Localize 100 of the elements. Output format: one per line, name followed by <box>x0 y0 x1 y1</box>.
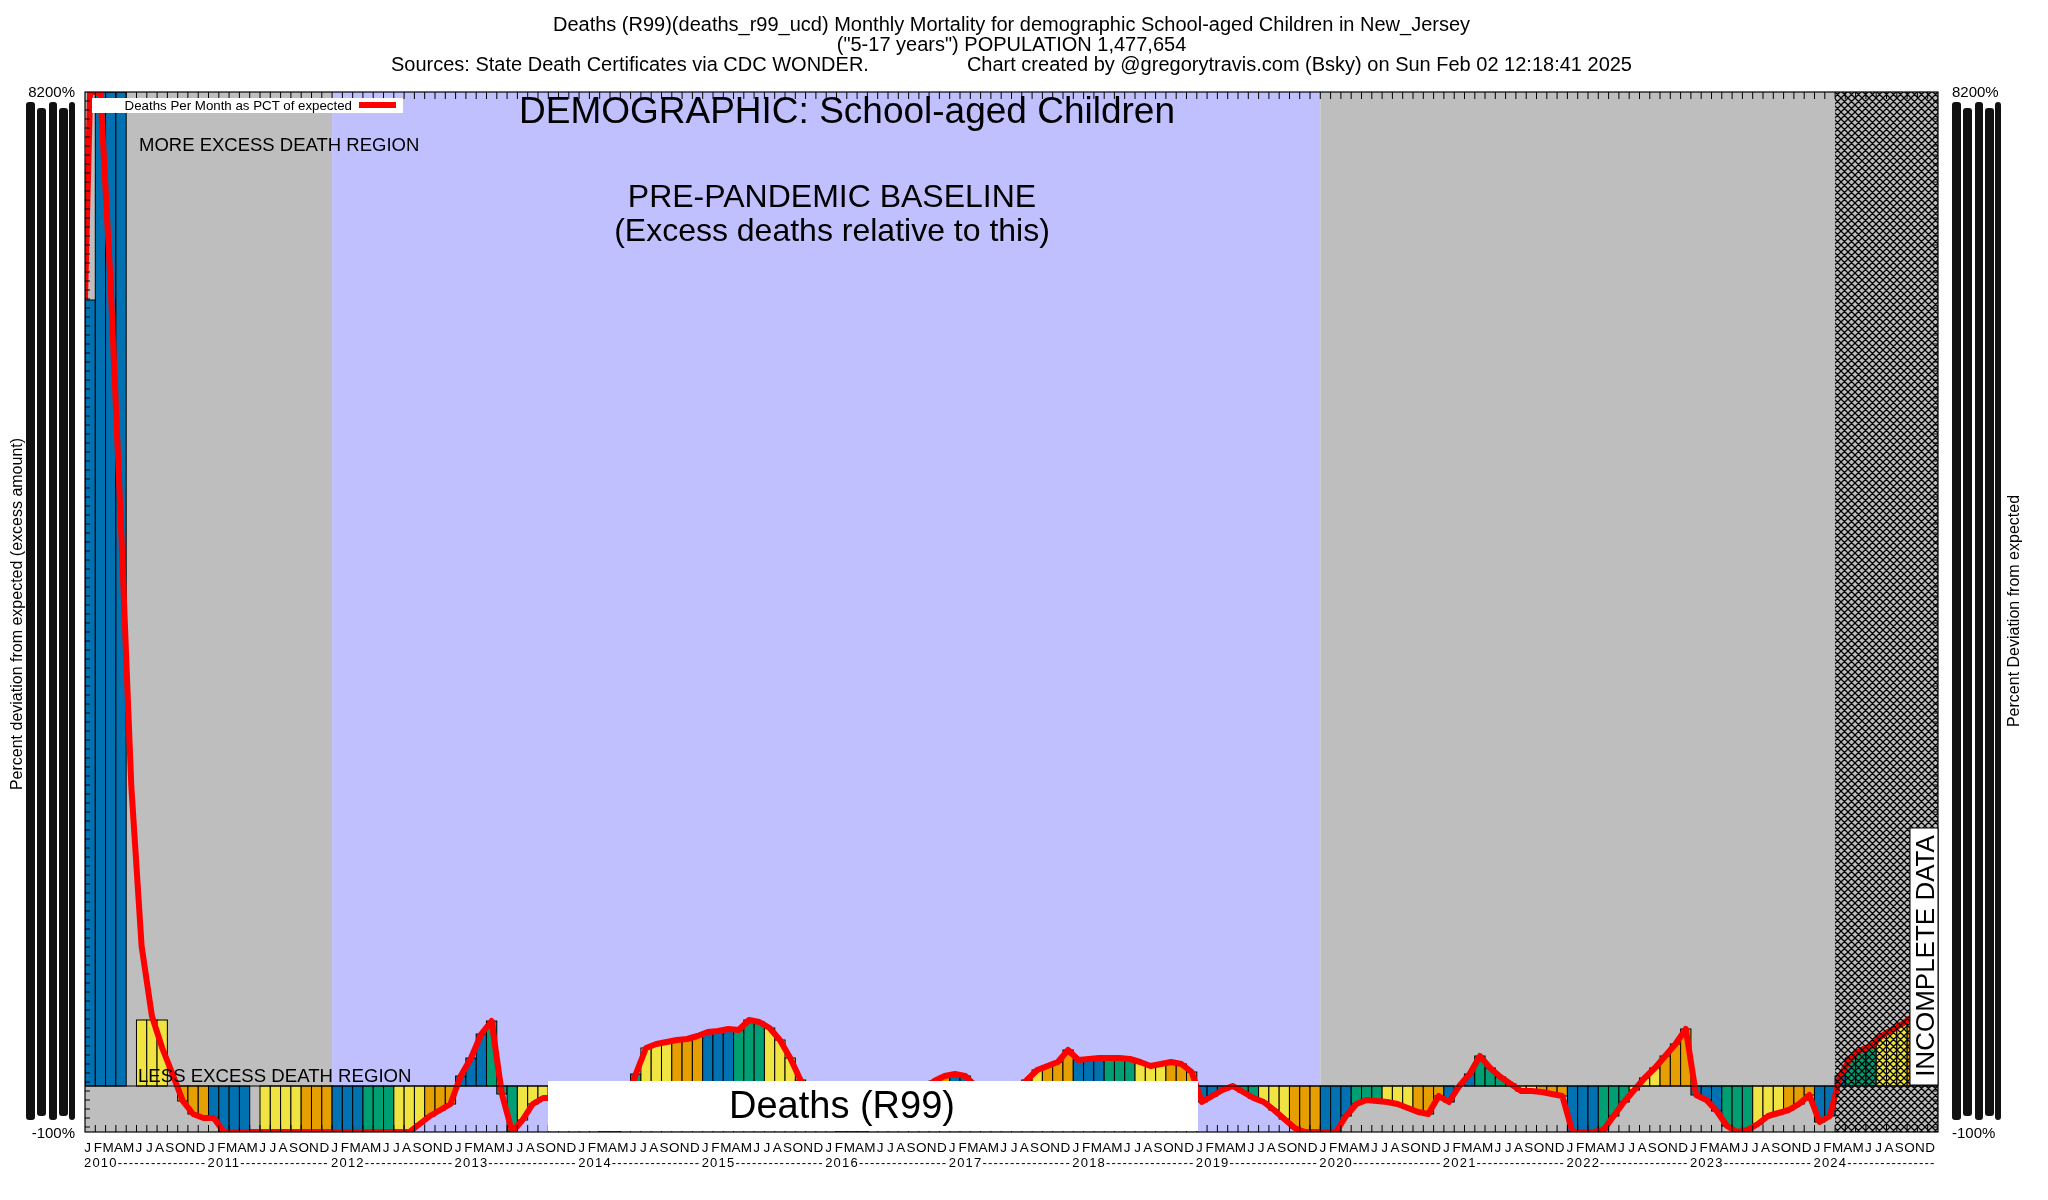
month-label: A <box>772 1140 782 1155</box>
month-label: J <box>382 1140 390 1155</box>
month-label: O <box>1657 1140 1668 1155</box>
month-label: O <box>545 1140 556 1155</box>
month-label: M <box>102 1140 114 1155</box>
month-label: N <box>556 1140 566 1155</box>
month-label: J <box>1195 1140 1203 1155</box>
month-label: A <box>1472 1140 1482 1155</box>
month-label: J <box>763 1140 771 1155</box>
month-label: J <box>392 1140 400 1155</box>
month-label: M <box>617 1140 629 1155</box>
month-label: F <box>587 1140 597 1155</box>
month-label: S <box>1400 1140 1410 1155</box>
month-label: J <box>1247 1140 1255 1155</box>
month-label: S <box>1524 1140 1534 1155</box>
year-label: 2010---------------- <box>84 1155 207 1170</box>
month-label: F <box>1576 1140 1585 1155</box>
month-label: F <box>1823 1140 1832 1155</box>
month-label: J <box>1690 1140 1697 1155</box>
month-label: J <box>1134 1140 1141 1155</box>
month-label: J <box>640 1140 647 1155</box>
month-label: M <box>1090 1140 1102 1155</box>
month-label: A <box>608 1140 617 1155</box>
month-label: A <box>360 1140 370 1155</box>
month-label: A <box>1349 1140 1359 1155</box>
y-tick-label: 8200% <box>28 83 75 100</box>
month-label: J <box>887 1140 894 1155</box>
month-label: J <box>269 1140 277 1155</box>
month-label: N <box>926 1140 937 1155</box>
year-label: 2015---------------- <box>701 1155 824 1170</box>
month-label: A <box>1884 1140 1894 1155</box>
month-label: M <box>473 1140 485 1155</box>
month-label: J <box>1618 1140 1625 1155</box>
month-label: S <box>1153 1140 1163 1155</box>
month-label: F <box>1329 1140 1338 1155</box>
month-label: D <box>195 1140 206 1155</box>
month-label: J <box>578 1140 585 1155</box>
month-label: S <box>165 1140 175 1155</box>
month-label: J <box>84 1140 91 1155</box>
month-label: S <box>1647 1140 1657 1155</box>
year-label: 2012---------------- <box>331 1155 454 1170</box>
month-label: O <box>1780 1140 1792 1155</box>
year-label: 2022---------------- <box>1566 1155 1689 1170</box>
month-label: M <box>987 1140 1000 1155</box>
month-label: M <box>370 1140 382 1155</box>
month-label: J <box>1381 1140 1388 1155</box>
month-label: J <box>1010 1140 1018 1155</box>
region-label: MORE EXCESS DEATH REGION <box>139 134 420 155</box>
month-label: J <box>516 1140 524 1155</box>
month-label: F <box>1452 1140 1461 1155</box>
month-label: O <box>174 1140 186 1155</box>
incomplete-data-label: INCOMPLETE DATA <box>1909 827 1940 1086</box>
month-label: M <box>864 1140 876 1155</box>
month-label: A <box>1596 1140 1606 1155</box>
month-label: O <box>669 1140 680 1155</box>
month-label: F <box>217 1140 226 1155</box>
month-label: A <box>1143 1140 1153 1155</box>
month-label: D <box>442 1140 453 1155</box>
month-label: N <box>1544 1140 1555 1155</box>
month-label: J <box>454 1140 462 1155</box>
month-label: A <box>1390 1140 1400 1155</box>
year-label: 2023---------------- <box>1689 1155 1813 1170</box>
month-label: A <box>113 1140 123 1155</box>
month-label: S <box>1277 1140 1287 1155</box>
month-label: F <box>464 1140 473 1155</box>
month-label: J <box>1875 1140 1883 1155</box>
month-label: F <box>834 1140 844 1155</box>
month-label: O <box>1039 1140 1051 1155</box>
month-label: A <box>1637 1140 1647 1155</box>
month-label: M <box>1481 1140 1494 1155</box>
month-label: N <box>1297 1140 1308 1155</box>
month-label: N <box>679 1140 690 1155</box>
month-label: M <box>1708 1140 1720 1155</box>
month-label: O <box>1904 1140 1915 1155</box>
month-label: O <box>916 1140 927 1155</box>
month-label: J <box>629 1140 637 1155</box>
month-label: O <box>298 1140 309 1155</box>
legend-label: Deaths Per Month as PCT of expected <box>124 98 352 113</box>
month-label: M <box>226 1140 238 1155</box>
month-label: A <box>278 1140 288 1155</box>
month-label: N <box>1173 1140 1184 1155</box>
month-label: F <box>958 1140 967 1155</box>
month-label: A <box>855 1140 865 1155</box>
month-label: J <box>1813 1140 1821 1155</box>
month-label: F <box>1699 1140 1708 1155</box>
month-label: J <box>1566 1140 1574 1155</box>
year-label: 2016---------------- <box>825 1155 948 1170</box>
month-label: N <box>185 1140 196 1155</box>
month-label: A <box>978 1140 988 1155</box>
year-label: 2021---------------- <box>1442 1155 1566 1170</box>
month-label: A <box>1019 1140 1029 1155</box>
year-label: 2017---------------- <box>948 1155 1071 1170</box>
month-label: D <box>1060 1140 1071 1155</box>
month-label: M <box>349 1140 361 1155</box>
month-label: J <box>1072 1140 1080 1155</box>
month-label: A <box>1719 1140 1729 1155</box>
month-label: D <box>690 1140 700 1155</box>
month-label: N <box>1420 1140 1431 1155</box>
month-label: D <box>566 1140 577 1155</box>
month-label: O <box>421 1140 433 1155</box>
